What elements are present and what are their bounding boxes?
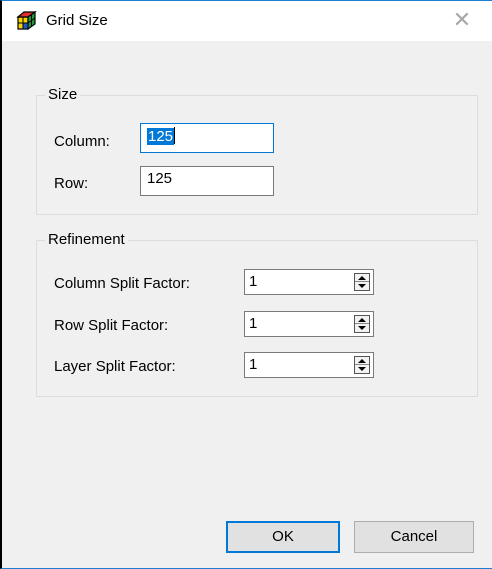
grid-cube-icon: [16, 11, 37, 31]
row-label: Row:: [54, 175, 89, 192]
row-split-factor-value: 1: [249, 315, 258, 332]
row-split-factor-spinbox[interactable]: 1: [244, 311, 374, 337]
cancel-button[interactable]: Cancel: [354, 521, 474, 553]
row-split-factor-label: Row Split Factor:: [54, 317, 169, 334]
refinement-group-legend: Refinement: [45, 232, 128, 248]
window-title: Grid Size: [46, 12, 108, 29]
column-label: Column:: [54, 133, 110, 150]
spin-arrows-icon[interactable]: [354, 315, 370, 333]
column-split-factor-label: Column Split Factor:: [54, 275, 190, 292]
layer-split-factor-value: 1: [249, 356, 258, 373]
close-icon: ✕: [452, 8, 472, 33]
row-input-value: 125: [147, 170, 173, 187]
ok-button[interactable]: OK: [226, 521, 340, 553]
row-input[interactable]: 125: [140, 166, 274, 196]
layer-split-factor-spinbox[interactable]: 1: [244, 352, 374, 378]
column-input[interactable]: 125: [140, 123, 274, 153]
spin-arrows-icon[interactable]: [354, 273, 370, 291]
size-group: Size: [36, 87, 478, 215]
title-bar[interactable]: Grid Size ✕: [2, 1, 492, 41]
spin-arrows-icon[interactable]: [354, 356, 370, 374]
layer-split-factor-label: Layer Split Factor:: [54, 358, 176, 375]
close-button[interactable]: ✕: [442, 5, 482, 37]
grid-size-dialog: Grid Size ✕ Size Column: 125 Row: 125 Re…: [0, 0, 492, 569]
size-group-legend: Size: [45, 87, 81, 103]
column-split-factor-value: 1: [249, 273, 258, 290]
column-input-value: 125: [147, 128, 175, 145]
column-split-factor-spinbox[interactable]: 1: [244, 269, 374, 295]
